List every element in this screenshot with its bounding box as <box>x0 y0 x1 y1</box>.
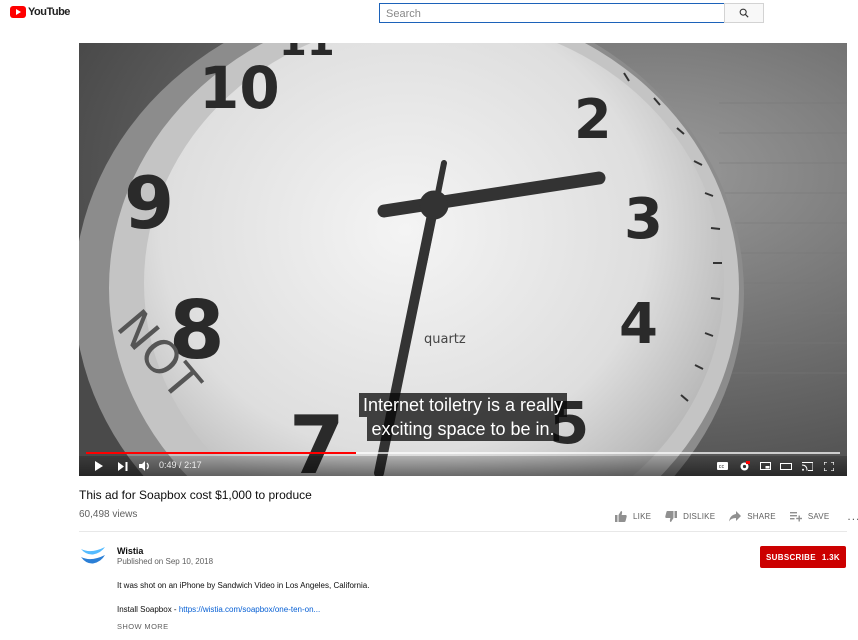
svg-text:10: 10 <box>199 54 280 122</box>
thumbs-down-icon <box>665 510 678 522</box>
share-label: SHARE <box>747 511 776 521</box>
miniplayer-button[interactable] <box>758 456 772 476</box>
svg-text:11: 11 <box>279 43 335 65</box>
thumbs-up-icon <box>615 510 627 522</box>
captions-button[interactable]: cc <box>715 456 729 476</box>
search-button[interactable] <box>724 3 764 23</box>
logo-text: YouTube <box>28 6 70 18</box>
masthead: YouTube <box>0 0 858 28</box>
svg-text:cc: cc <box>718 464 724 470</box>
theater-mode-button[interactable] <box>779 456 793 476</box>
theater-icon <box>780 462 792 470</box>
save-label: SAVE <box>807 511 830 521</box>
subscribe-label: SUBSCRIBE <box>766 552 816 562</box>
share-icon <box>729 510 742 521</box>
description-line-1: It was shot on an iPhone by Sandwich Vid… <box>117 581 370 590</box>
svg-text:4: 4 <box>619 292 658 357</box>
description-link[interactable]: https://wistia.com/soapbox/one-ten-on... <box>179 605 320 614</box>
caption-line-1: Internet toiletry is a really <box>358 393 568 417</box>
view-count: 60,498 views <box>79 509 138 520</box>
next-button[interactable] <box>115 456 131 476</box>
subscriber-count: 1.3K <box>821 552 840 562</box>
dislike-button[interactable]: DISLIKE <box>665 510 716 522</box>
cc-icon: cc <box>716 462 728 470</box>
video-title: This ad for Soapbox cost $1,000 to produ… <box>79 488 312 502</box>
video-player[interactable]: 10 9 8 7 2 3 4 5 11 quartz NOT Internet … <box>79 43 847 476</box>
progress-played <box>86 452 356 454</box>
divider <box>79 531 847 532</box>
channel-avatar[interactable] <box>79 545 107 567</box>
captions: Internet toiletry is a really exciting s… <box>79 393 847 441</box>
save-button[interactable]: SAVE <box>789 511 830 522</box>
like-label: LIKE <box>633 511 652 521</box>
clock-face-text: quartz <box>424 332 466 347</box>
time-current: 0:49 <box>159 460 177 470</box>
gear-icon <box>740 460 750 470</box>
next-icon <box>118 461 128 471</box>
description-prefix: Install Soapbox - <box>117 605 179 614</box>
svg-text:3: 3 <box>624 187 663 252</box>
more-actions-button[interactable]: ... <box>847 509 858 523</box>
player-controls: 0:49 / 2:17 cc <box>79 456 847 476</box>
channel-name[interactable]: Wistia <box>117 546 143 556</box>
search-box[interactable] <box>379 3 725 23</box>
time-separator: / <box>179 460 182 470</box>
settings-button[interactable] <box>736 456 752 476</box>
play-button[interactable] <box>91 456 107 476</box>
search-input[interactable] <box>380 5 724 23</box>
cast-icon <box>801 461 813 471</box>
progress-bar[interactable] <box>86 452 840 454</box>
fullscreen-icon <box>824 461 834 471</box>
time-total: 2:17 <box>184 460 202 470</box>
search-icon <box>739 8 749 18</box>
svg-text:9: 9 <box>124 161 174 245</box>
like-button[interactable]: LIKE <box>615 510 652 522</box>
volume-button[interactable] <box>137 456 153 476</box>
miniplayer-icon <box>759 462 771 470</box>
time-display: 0:49 / 2:17 <box>159 460 202 470</box>
subscribe-button[interactable]: SUBSCRIBE 1.3K <box>760 546 846 568</box>
cast-button[interactable] <box>800 456 814 476</box>
share-button[interactable]: SHARE <box>729 510 776 522</box>
action-bar: LIKE DISLIKE SHARE SAVE ... <box>615 509 858 523</box>
fullscreen-button[interactable] <box>822 456 836 476</box>
youtube-play-icon <box>10 6 26 18</box>
youtube-logo[interactable]: YouTube <box>10 6 70 18</box>
caption-line-2: exciting space to be in. <box>367 417 559 441</box>
publish-date: Published on Sep 10, 2018 <box>117 557 214 566</box>
show-more-button[interactable]: SHOW MORE <box>117 622 169 631</box>
svg-text:2: 2 <box>574 88 612 151</box>
dislike-label: DISLIKE <box>683 511 716 521</box>
play-icon <box>95 461 103 471</box>
volume-icon <box>139 461 149 471</box>
description-line-2: Install Soapbox - https://wistia.com/soa… <box>117 605 320 614</box>
playlist-add-icon <box>789 511 802 521</box>
